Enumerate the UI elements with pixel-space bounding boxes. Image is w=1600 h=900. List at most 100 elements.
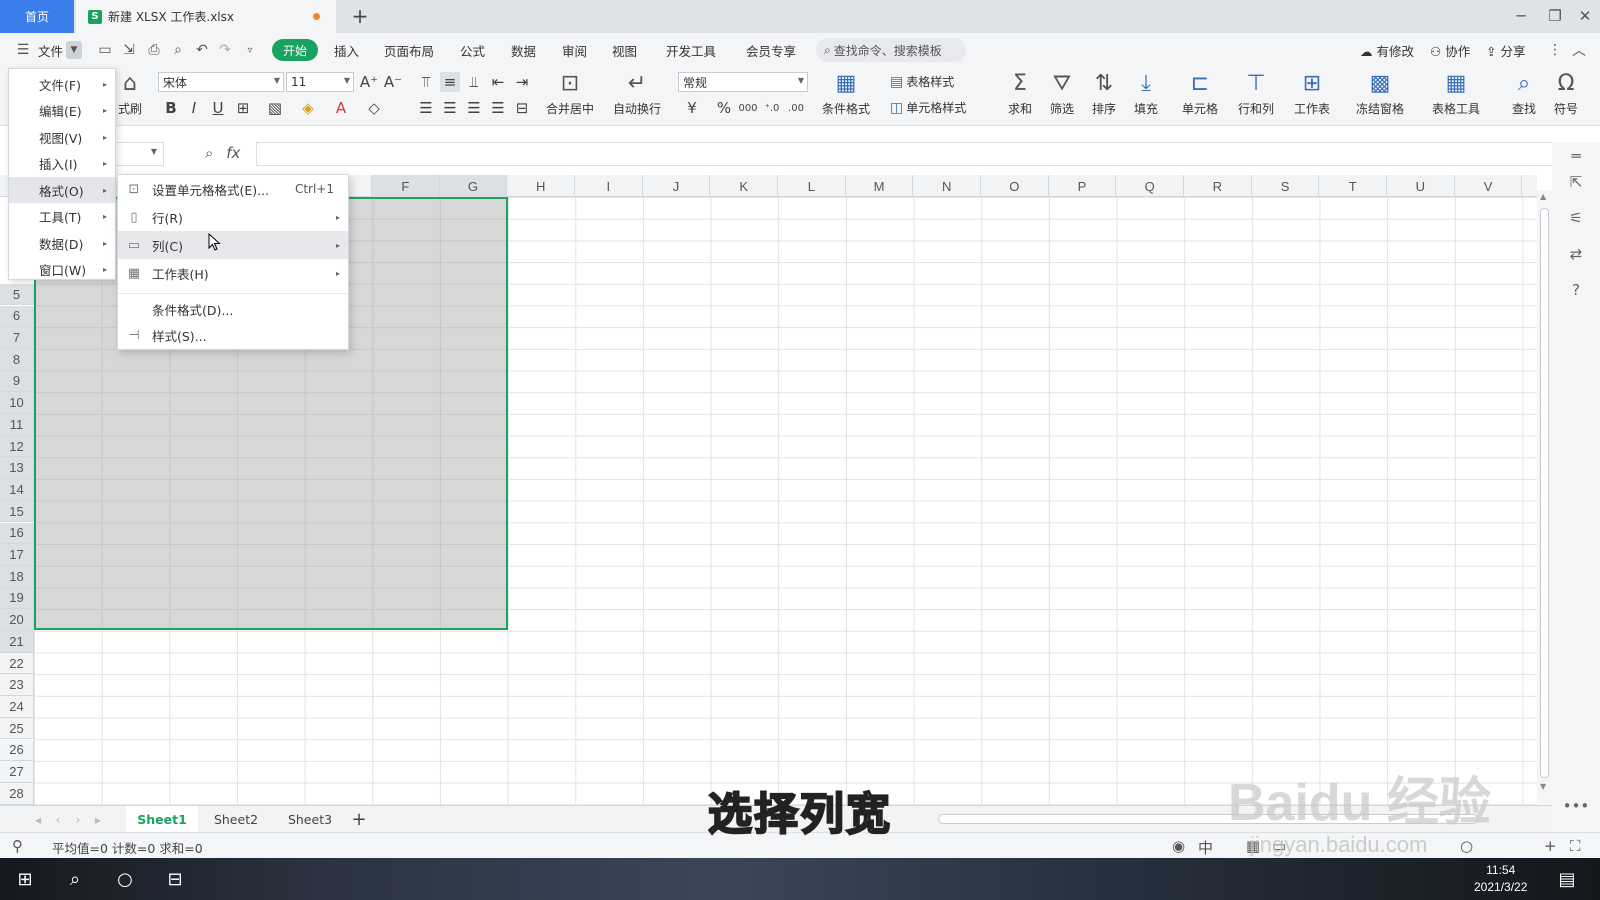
cell-button[interactable]: ⊏ 单元格 [1182,69,1218,117]
hamburger-icon[interactable]: ☰ [14,41,32,59]
row-header[interactable]: 26 [0,739,34,762]
number-format-select[interactable]: 常规 ▼ [678,72,808,92]
menu-item-conditional-format[interactable]: 条件格式(D)... [118,295,348,323]
row-header[interactable]: 25 [0,717,34,740]
taskbar-clock[interactable]: 11:54 2021/3/22 [1474,862,1527,896]
sheet-tab-1[interactable]: Sheet1 [126,806,198,832]
column-header[interactable]: G [439,175,508,197]
new-tab-button[interactable]: + [348,4,372,28]
row-header[interactable]: 21 [0,631,34,653]
tab-review[interactable]: 审阅 [562,41,587,60]
merge-style-icon[interactable]: ▧ [265,98,285,118]
row-header[interactable]: 20 [0,609,34,631]
sum-button[interactable]: Σ 求和 [1006,69,1034,117]
row-header[interactable]: 27 [0,761,34,783]
print-icon[interactable]: ⎙ [145,41,163,59]
column-header[interactable]: V [1455,175,1523,197]
underline-icon[interactable]: U [208,98,228,118]
find-button[interactable]: ⌕ 查找 [1510,69,1538,117]
changes-button[interactable]: ☁ 有修改 [1360,41,1414,60]
collapse-ribbon-icon[interactable]: ︿ [1570,41,1588,59]
row-header[interactable]: 7 [0,327,34,349]
increase-font-icon[interactable]: A⁺ [359,72,379,92]
sheet-tab-2[interactable]: Sheet2 [200,806,272,832]
merge-center-button[interactable]: ⊡ 合并居中 [546,69,594,117]
row-header[interactable]: 11 [0,414,34,436]
freeze-panes-button[interactable]: ▩ 冻结窗格 [1356,69,1404,117]
menu-item-row[interactable]: ▯ 行(R) ▸ [118,203,348,231]
last-sheet-icon[interactable]: ▸ [88,806,108,832]
windows-start-icon[interactable]: ⊞ [14,868,36,890]
menu-item[interactable]: 视图(V) ▸ [9,124,115,150]
row-header[interactable]: 23 [0,674,34,697]
column-header[interactable]: M [846,175,914,197]
column-header[interactable]: S [1252,175,1320,197]
border-icon[interactable]: ⊞ [233,98,253,118]
distribute-icon[interactable]: ⊟ [512,98,532,118]
column-header[interactable]: F [372,175,440,197]
column-header[interactable]: O [981,175,1049,197]
add-sheet-button[interactable]: + [348,806,370,832]
tab-developer[interactable]: 开发工具 [666,41,716,60]
indent-decrease-icon[interactable]: ⇤ [488,72,508,92]
column-header[interactable]: H [507,175,575,197]
symbol-button[interactable]: Ω 符号 [1552,69,1580,117]
align-right-icon[interactable]: ☰ [464,98,484,118]
filter-button[interactable]: ⛛ 筛选 [1048,69,1076,117]
column-header[interactable]: U [1387,175,1455,197]
sort-button[interactable]: ⇅ 排序 [1090,69,1118,117]
tab-document[interactable]: S 新建 XLSX 工作表.xlsx [76,0,336,33]
zoom-out-icon[interactable]: ○ [1460,837,1473,855]
undo-icon[interactable]: ↶ [193,41,211,59]
row-header[interactable]: 18 [0,565,34,588]
fill-color-icon[interactable]: ◈ [298,98,318,118]
row-header[interactable]: 14 [0,479,34,501]
clear-format-icon[interactable]: ◇ [364,98,384,118]
help-icon[interactable]: ? [1566,280,1586,300]
align-center-icon[interactable]: ☰ [440,98,460,118]
column-header[interactable]: N [913,175,982,197]
row-header[interactable]: 28 [0,782,34,805]
decrease-decimal-icon[interactable]: .00 [786,98,806,118]
indent-increase-icon[interactable]: ⇥ [512,72,532,92]
column-header[interactable]: Q [1116,175,1185,197]
wrap-text-button[interactable]: ↵ 自动换行 [613,69,661,117]
macro-icon[interactable]: ⚲ [12,837,23,855]
vertical-scrollbar[interactable]: ▲ ▼ [1537,190,1552,805]
more-dots-icon[interactable]: ••• [1563,796,1590,816]
table-style-button[interactable]: ▤ 表格样式 [890,73,954,90]
collab-button[interactable]: ⚇ 协作 [1430,41,1470,60]
row-header[interactable]: 10 [0,392,34,414]
cortana-icon[interactable]: ○ [114,868,136,890]
tab-formula[interactable]: 公式 [460,41,485,60]
bold-icon[interactable]: B [161,98,181,118]
align-left-icon[interactable]: ☰ [416,98,436,118]
cell-style-button[interactable]: ◫ 单元格样式 [890,99,966,116]
decrease-font-icon[interactable]: A⁻ [383,72,403,92]
tab-member[interactable]: 会员专享 [746,41,796,60]
close-button[interactable]: ✕ [1572,4,1598,28]
worksheet-button[interactable]: ⊞ 工作表 [1294,69,1330,117]
restore-button[interactable]: ❐ [1542,4,1568,28]
row-header[interactable]: 9 [0,370,34,393]
row-header[interactable]: 8 [0,348,34,371]
row-header[interactable]: 16 [0,522,34,545]
menu-item-column[interactable]: ▭ 列(C) ▸ [118,231,348,259]
align-middle-icon[interactable]: ≡ [440,72,460,92]
row-col-button[interactable]: ⊤ 行和列 [1238,69,1274,117]
font-name-select[interactable]: 宋体 ▼ [158,72,284,92]
eye-protection-icon[interactable]: ◉ [1172,837,1185,855]
table-tools-button[interactable]: ▦ 表格工具 [1432,69,1480,117]
zoom-in-icon[interactable]: + [1544,837,1557,855]
zoom-formula-icon[interactable]: ⌕ [205,144,213,162]
menu-item[interactable]: 窗口(W) ▸ [9,257,115,283]
menu-item-worksheet[interactable]: ▦ 工作表(H) ▸ [118,259,348,287]
tab-start[interactable]: 开始 [272,39,318,61]
command-search[interactable]: ⌕ 查找命令、搜索模板 [816,38,966,62]
customize-icon[interactable]: ▿ [241,41,259,59]
menu-item[interactable]: 文件(F) ▸ [9,71,115,97]
export-icon[interactable]: ⇲ [120,41,138,59]
sheet-tab-3[interactable]: Sheet3 [274,806,346,832]
percent-icon[interactable]: % [714,98,734,118]
row-header[interactable]: 12 [0,435,34,458]
